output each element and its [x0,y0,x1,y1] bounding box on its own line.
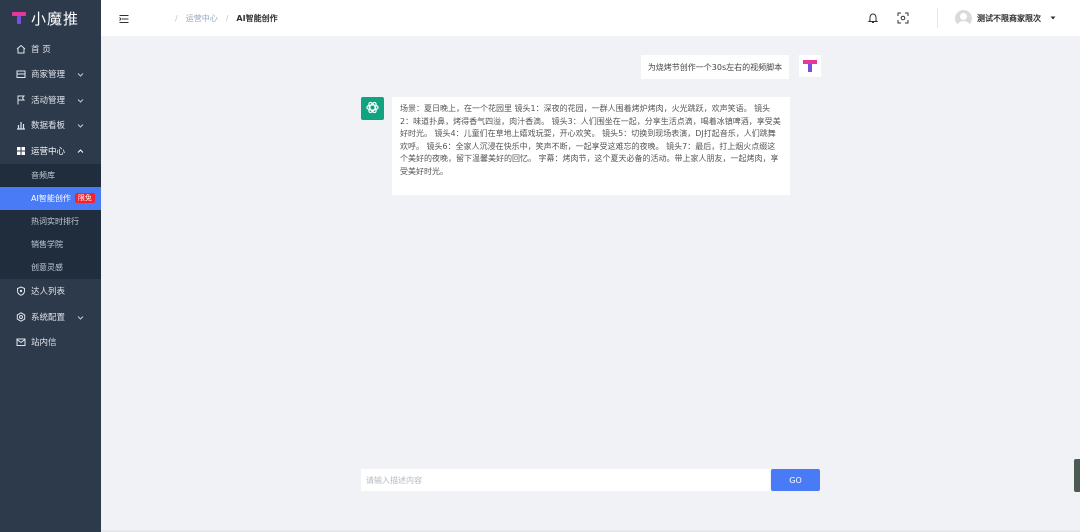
sidebar-item-label: 站内信 [31,338,57,349]
breadcrumb-separator: / [175,13,178,23]
caret-down-icon[interactable] [1050,15,1056,21]
sidebar-menu: 首 页 商家管理 活动管理 数据看板 运营中心 音频库 AI智能创作 限免 热词… [0,36,101,355]
side-handle[interactable] [1074,459,1080,492]
mail-icon [15,337,26,348]
breadcrumb-item[interactable]: 运营中心 [186,13,218,24]
sidebar-item-influencers[interactable]: 达人列表 [0,279,101,305]
sidebar-item-label: 商家管理 [31,70,66,81]
logo-icon [803,59,817,73]
breadcrumb-current: AI智能创作 [236,13,278,23]
username[interactable]: 测试不限商家限次 [977,13,1041,24]
logo[interactable]: 小魔推 [0,0,101,36]
sidebar-item-dashboard[interactable]: 数据看板 [0,113,101,139]
sidebar-item-label: 活动管理 [31,95,66,106]
bell-icon[interactable] [867,12,879,24]
settings-icon [15,311,26,322]
logo-icon [12,11,26,25]
user-avatar [799,55,821,77]
shield-icon [15,286,26,297]
sidebar-subitem-label: AI智能创作 [31,193,71,203]
chat-input[interactable] [361,469,770,491]
breadcrumb: / 运营中心 / AI智能创作 [167,13,278,24]
ai-avatar [361,97,384,120]
breadcrumb-separator: / [225,13,229,23]
avatar[interactable] [955,9,972,27]
sidebar-item-home[interactable]: 首 页 [0,36,101,62]
sidebar-item-label: 达人列表 [31,287,66,298]
bar-chart-icon [15,120,26,131]
chevron-down-icon [76,313,84,321]
user-message: 为烧烤节创作一个30s左右的视频脚本 [641,55,789,79]
sidebar-subitem-hot-words[interactable]: 热词实时排行 [0,209,101,233]
sidebar-item-label: 系统配置 [31,312,66,323]
home-icon [15,43,26,54]
sidebar-item-merchants[interactable]: 商家管理 [0,62,101,88]
sidebar-item-label: 首 页 [31,44,51,55]
header-actions: 测试不限商家限次 [867,0,1080,36]
chevron-down-icon [76,96,84,104]
sidebar-item-messages[interactable]: 站内信 [0,330,101,356]
sidebar-item-label: 运营中心 [31,146,66,157]
sidebar-item-activities[interactable]: 活动管理 [0,87,101,113]
header-divider [937,8,938,28]
ai-message: 场景：夏日晚上，在一个花园里 镜头1：深夜的花园，一群人围着烤炉烤肉，火光跳跃，… [392,97,790,195]
sidebar-subitem-ai-creation[interactable]: AI智能创作 限免 [0,186,101,210]
menu-toggle-icon[interactable] [119,13,129,23]
sidebar-subitem-label: 热词实时排行 [31,216,79,226]
sidebar-subitem-label: 创意灵感 [31,262,63,272]
fullscreen-icon[interactable] [897,12,909,24]
sidebar-item-label: 数据看板 [31,121,66,132]
chevron-down-icon [76,122,84,130]
chat-input-wrapper [361,469,770,491]
chevron-up-icon [76,147,84,155]
sidebar-subitem-sales-academy[interactable]: 销售学院 [0,232,101,256]
sidebar-item-operations[interactable]: 运营中心 [0,138,101,164]
sidebar-subitem-label: 销售学院 [31,239,63,249]
store-icon [15,69,26,80]
sidebar-subitem-audio-library[interactable]: 音频库 [0,163,101,187]
flag-icon [15,94,26,105]
brand-name: 小魔推 [31,9,80,28]
go-button[interactable]: GO [771,469,820,491]
grid-icon [15,145,26,156]
chevron-down-icon [76,71,84,79]
sidebar-subitem-label: 音频库 [31,170,55,180]
sidebar: 小魔推 首 页 商家管理 活动管理 数据看板 运营中心 音频库 AI智能创作 限… [0,0,101,532]
free-badge: 限免 [74,193,95,203]
openai-icon [365,100,380,118]
sidebar-item-settings[interactable]: 系统配置 [0,304,101,330]
sidebar-subitem-inspiration[interactable]: 创意灵感 [0,255,101,279]
top-header: / 运营中心 / AI智能创作 测试不限商家限次 [101,0,1080,36]
